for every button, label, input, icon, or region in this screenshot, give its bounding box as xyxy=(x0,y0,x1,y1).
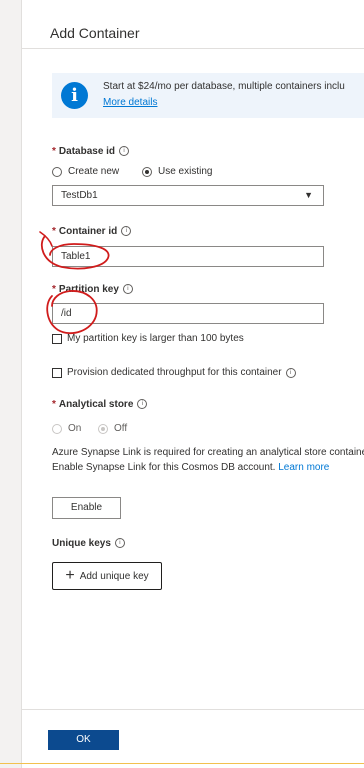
info-tooltip-icon[interactable]: i xyxy=(119,146,130,157)
info-icon: i xyxy=(61,82,88,109)
info-banner: i Start at $24/mo per database, multiple… xyxy=(52,73,364,118)
ok-button-label: OK xyxy=(76,734,91,745)
unique-keys-label: Unique keys i xyxy=(52,538,125,549)
create-new-radio-option[interactable]: Create new xyxy=(52,166,119,177)
analytical-store-label: * Analytical store i xyxy=(52,399,148,410)
enable-button[interactable]: Enable xyxy=(52,497,121,519)
radio-button-disabled-selected[interactable] xyxy=(98,423,108,434)
use-existing-radio-option[interactable]: Use existing xyxy=(142,166,212,177)
title-divider xyxy=(22,48,364,49)
radio-label: On xyxy=(68,423,82,434)
radio-label: Use existing xyxy=(158,166,213,177)
analytical-on-radio-option[interactable]: On xyxy=(52,423,81,434)
bottom-border-line xyxy=(0,763,364,764)
radio-button-selected[interactable] xyxy=(142,166,152,177)
add-unique-key-label: Add unique key xyxy=(79,570,149,582)
info-tooltip-icon[interactable]: i xyxy=(285,367,296,378)
provision-throughput-checkbox-row[interactable]: Provision dedicated throughput for this … xyxy=(52,367,296,378)
required-asterisk: * xyxy=(52,146,56,157)
checkbox[interactable] xyxy=(52,367,62,378)
radio-button-disabled[interactable] xyxy=(52,423,62,434)
chevron-down-icon: ▼ xyxy=(304,190,313,200)
required-asterisk: * xyxy=(52,399,56,410)
checkbox-label: My partition key is larger than 100 byte… xyxy=(67,333,244,344)
enable-button-label: Enable xyxy=(70,502,103,513)
database-id-value: TestDb1 xyxy=(61,190,98,201)
more-details-link[interactable]: More details xyxy=(103,97,157,108)
large-partition-key-checkbox-row[interactable]: My partition key is larger than 100 byte… xyxy=(52,333,244,344)
partition-key-label: * Partition key i xyxy=(52,284,133,295)
container-id-input[interactable]: Table1 xyxy=(52,246,324,267)
learn-more-link[interactable]: Learn more xyxy=(278,462,329,473)
container-id-label: * Container id i xyxy=(52,226,132,237)
info-banner-text: Start at $24/mo per database, multiple c… xyxy=(103,81,345,92)
add-unique-key-button[interactable]: + Add unique key xyxy=(52,562,162,590)
info-tooltip-icon[interactable]: i xyxy=(122,284,133,295)
info-tooltip-icon[interactable]: i xyxy=(121,226,132,237)
database-id-dropdown[interactable]: TestDb1 ▼ xyxy=(52,185,324,206)
required-asterisk: * xyxy=(52,226,56,237)
partition-key-value: /id xyxy=(61,308,72,319)
panel-title: Add Container xyxy=(50,25,140,41)
partition-key-input[interactable]: /id xyxy=(52,303,324,324)
radio-label: Create new xyxy=(68,166,120,177)
info-tooltip-icon[interactable]: i xyxy=(137,399,148,410)
ok-button[interactable]: OK xyxy=(48,730,119,750)
radio-label: Off xyxy=(114,423,128,434)
add-container-panel: Add Container i Start at $24/mo per data… xyxy=(22,0,364,768)
radio-button[interactable] xyxy=(52,166,62,177)
required-asterisk: * xyxy=(52,284,56,295)
analytical-off-radio-option[interactable]: Off xyxy=(98,423,127,434)
database-id-label: * Database id i xyxy=(52,146,130,157)
plus-icon: + xyxy=(65,567,75,584)
info-tooltip-icon[interactable]: i xyxy=(114,538,125,549)
container-id-value: Table1 xyxy=(61,251,91,262)
synapse-link-note: Azure Synapse Link is required for creat… xyxy=(52,445,364,475)
footer-divider xyxy=(22,709,364,710)
checkbox[interactable] xyxy=(52,333,62,344)
checkbox-label: Provision dedicated throughput for this … xyxy=(67,367,282,378)
background-page-gutter xyxy=(0,0,22,768)
